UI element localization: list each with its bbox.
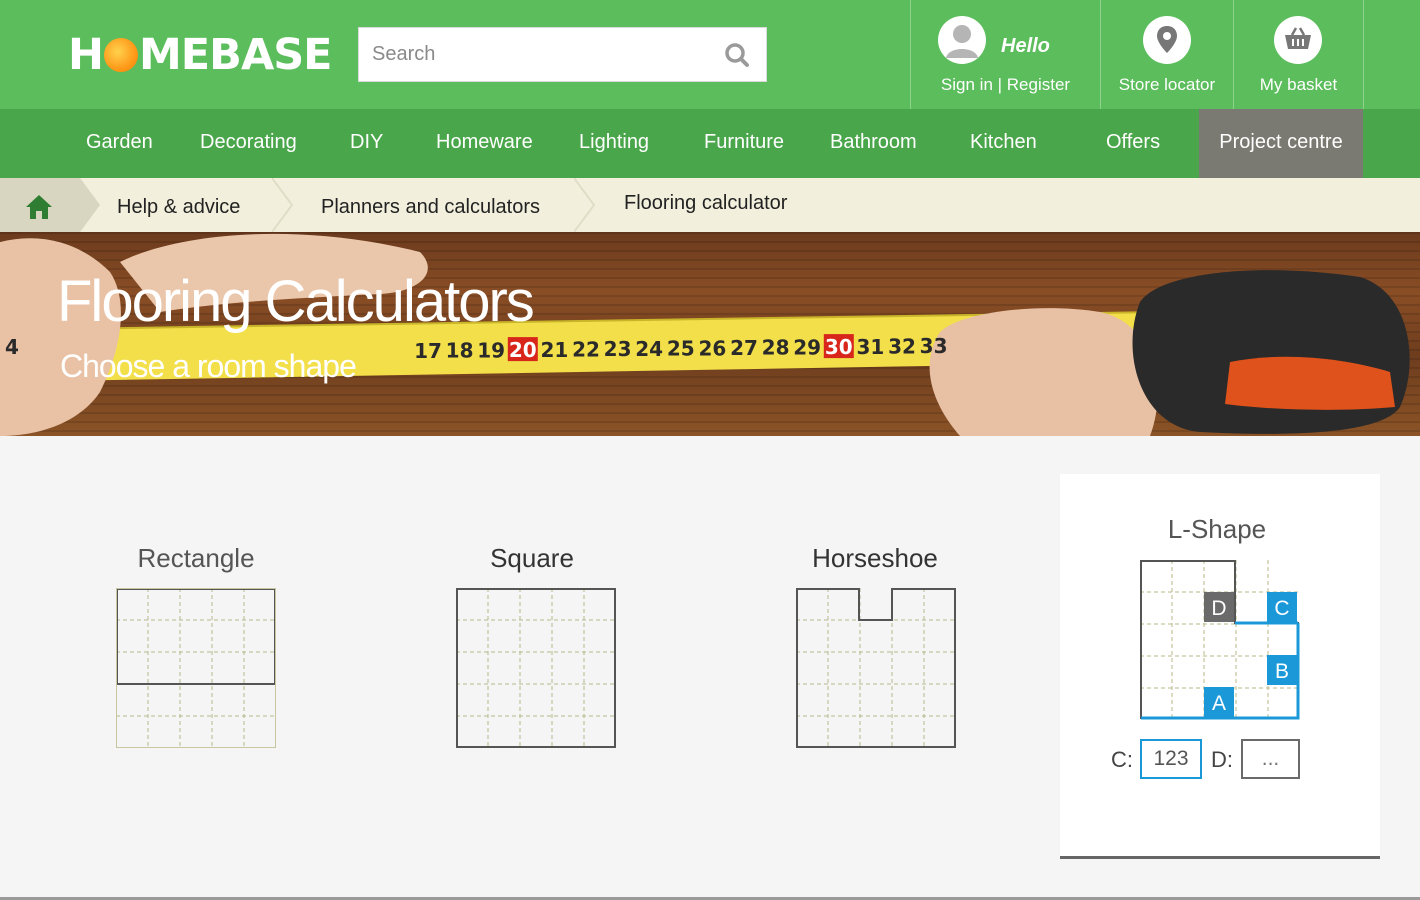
- nav-item-furniture[interactable]: Furniture: [704, 109, 784, 178]
- tape-number: 26: [698, 336, 726, 360]
- tape-number: 24: [635, 337, 663, 361]
- store-locator-label: Store locator: [1118, 75, 1216, 94]
- homebase-logo[interactable]: H MEBASE: [68, 30, 333, 80]
- tape-number: 19: [477, 338, 505, 362]
- nav-item-decorating[interactable]: Decorating: [200, 109, 297, 178]
- basket-block[interactable]: My basket: [1233, 0, 1364, 109]
- tape-number: 30: [825, 335, 853, 359]
- marker-d-label: D: [1211, 597, 1226, 620]
- user-icon: [938, 16, 986, 64]
- dimension-d-label: D:: [1211, 747, 1233, 772]
- nav-item-bathroom[interactable]: Bathroom: [830, 109, 917, 178]
- tape-number: 29: [793, 335, 821, 359]
- logo-text-h: H: [68, 30, 104, 80]
- nav-item-homeware[interactable]: Homeware: [436, 109, 533, 178]
- tape-number: 32: [888, 335, 916, 359]
- square-shape-option[interactable]: [456, 588, 616, 748]
- tape-number: 4: [5, 335, 19, 359]
- hero-title: Flooring Calculators: [57, 269, 535, 334]
- tape-number: 20: [509, 338, 537, 362]
- tape-number: 27: [730, 336, 758, 360]
- shape-title-l-shape: L-Shape: [1167, 514, 1267, 544]
- breadcrumb-separator: [80, 178, 100, 232]
- dimension-c-label: C:: [1111, 747, 1133, 772]
- tape-number: 17: [414, 339, 442, 363]
- hero-subtitle: Choose a room shape: [60, 348, 357, 384]
- nav-item-diy[interactable]: DIY: [350, 109, 383, 178]
- store-locator-block[interactable]: Store locator: [1100, 0, 1233, 109]
- marker-c-label: C: [1274, 597, 1289, 620]
- nav-item-kitchen[interactable]: Kitchen: [970, 109, 1037, 178]
- account-block[interactable]: Hello Sign in | Register: [910, 0, 1100, 109]
- logo-sun-icon: [104, 38, 138, 72]
- nav-item-project-centre[interactable]: Project centre: [1199, 109, 1363, 178]
- tape-number: 22: [572, 338, 600, 362]
- home-icon: [26, 195, 52, 219]
- logo-text-rest: MEBASE: [139, 30, 333, 80]
- search-input[interactable]: [359, 28, 699, 81]
- hero-banner: 4 17 18 19 20 21 22 23 24 25 26 27 28 29 30 31 32 33 Floo…: [0, 232, 1420, 436]
- tape-number: 33: [920, 334, 948, 358]
- dimension-c-input[interactable]: [1140, 739, 1202, 779]
- breadcrumb-separator: [272, 178, 294, 232]
- my-basket-label: My basket: [1259, 75, 1338, 94]
- shape-title-horseshoe: Horseshoe: [812, 543, 938, 573]
- breadcrumb-current-flooring-calculator: Flooring calculator: [624, 192, 788, 214]
- nav-item-lighting[interactable]: Lighting: [579, 109, 649, 178]
- l-shape-diagram: A B C D: [1140, 560, 1300, 720]
- basket-icon: [1274, 16, 1322, 64]
- sign-in-register-link[interactable]: Sign in | Register: [911, 75, 1100, 95]
- marker-b-label: B: [1275, 660, 1289, 683]
- dimension-d-input[interactable]: [1241, 739, 1300, 779]
- tape-number: 28: [762, 336, 790, 360]
- nav-item-offers[interactable]: Offers: [1106, 109, 1160, 178]
- breadcrumb-separator: [574, 178, 596, 232]
- breadcrumb-help-advice[interactable]: Help & advice: [117, 196, 240, 219]
- search-box: [358, 27, 767, 82]
- tape-number: 25: [667, 337, 695, 361]
- tape-number: 21: [540, 338, 568, 362]
- map-pin-icon: [1143, 16, 1191, 64]
- tape-number: 23: [604, 337, 632, 361]
- nav-item-garden[interactable]: Garden: [86, 109, 153, 178]
- breadcrumb-planners-calculators[interactable]: Planners and calculators: [321, 196, 540, 219]
- tape-number: 18: [446, 339, 474, 363]
- hello-greeting: Hello: [1001, 35, 1050, 57]
- main-navigation: Garden Decorating DIY Homeware Lighting …: [0, 109, 1420, 178]
- marker-a-label: A: [1212, 692, 1226, 715]
- l-shape-card-selected[interactable]: L-Shape A B C D C: D:: [1060, 474, 1380, 859]
- site-header: H MEBASE Hello Sign in | Register Store l…: [0, 0, 1420, 109]
- shape-title-square: Square: [490, 543, 574, 573]
- breadcrumb-home[interactable]: [0, 178, 80, 232]
- tape-number: 31: [856, 335, 884, 359]
- horseshoe-shape-option[interactable]: [796, 588, 956, 748]
- rectangle-shape-option[interactable]: [116, 588, 276, 748]
- search-icon[interactable]: [724, 42, 750, 68]
- breadcrumb: Help & advice Planners and calculators F…: [0, 178, 1420, 232]
- shape-title-rectangle: Rectangle: [137, 543, 255, 573]
